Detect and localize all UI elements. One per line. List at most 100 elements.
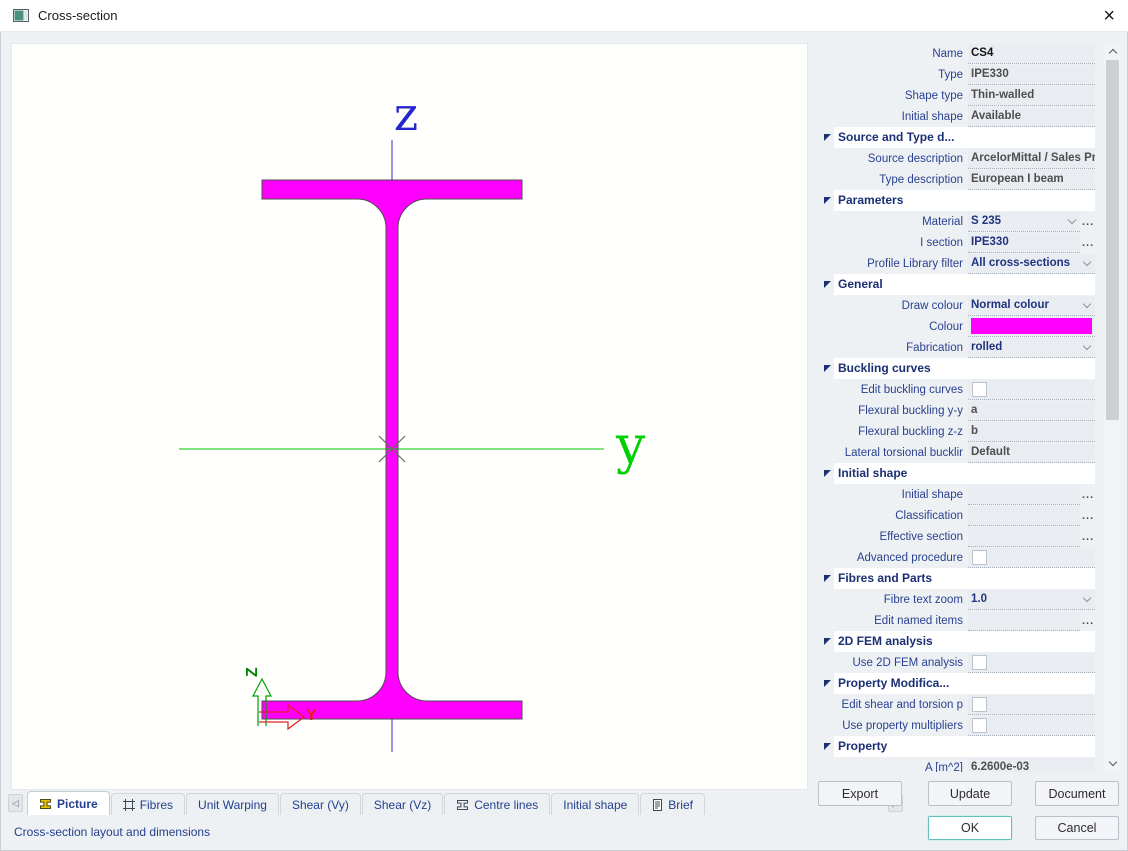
property-row[interactable]: Classification...	[822, 505, 1100, 526]
tab-fibres[interactable]: Fibres	[111, 793, 185, 815]
property-value-cell[interactable]	[968, 506, 1080, 526]
ellipsis-button[interactable]: ...	[1080, 510, 1098, 522]
property-value-cell[interactable]: 6.2600e-03	[968, 758, 1095, 773]
property-value-cell[interactable]: Normal colour	[968, 296, 1095, 316]
property-row[interactable]: Effective section...	[822, 526, 1100, 547]
property-row[interactable]: Edit named items...	[822, 610, 1100, 631]
property-row[interactable]: TypeIPE330	[822, 64, 1100, 85]
property-row[interactable]: Type descriptionEuropean I beam	[822, 169, 1100, 190]
property-section-row[interactable]: General	[822, 274, 1100, 295]
property-row[interactable]: Use property multipliers	[822, 715, 1100, 736]
tab-unit-warping[interactable]: Unit Warping	[186, 793, 279, 815]
property-value-cell[interactable]	[968, 380, 1095, 400]
property-section-row[interactable]: Source and Type d...	[822, 127, 1100, 148]
cancel-button[interactable]: Cancel	[1035, 816, 1119, 840]
update-button[interactable]: Update	[928, 781, 1012, 806]
collapse-triangle-icon[interactable]	[824, 743, 831, 750]
property-row[interactable]: Colour	[822, 316, 1100, 337]
property-section-row[interactable]: Parameters	[822, 190, 1100, 211]
ellipsis-button[interactable]: ...	[1080, 216, 1098, 228]
property-row[interactable]: Edit shear and torsion p	[822, 694, 1100, 715]
property-value-cell[interactable]	[968, 695, 1095, 715]
document-button[interactable]: Document	[1035, 781, 1119, 806]
collapse-triangle-icon[interactable]	[824, 638, 831, 645]
tab-picture[interactable]: Picture	[27, 791, 110, 815]
property-value-cell[interactable]: Available	[968, 107, 1095, 127]
property-value-cell[interactable]: S 235	[968, 212, 1080, 232]
property-row[interactable]: Use 2D FEM analysis	[822, 652, 1100, 673]
ellipsis-button[interactable]: ...	[1080, 489, 1098, 501]
chevron-down-icon[interactable]	[1083, 341, 1091, 349]
property-value-cell[interactable]: rolled	[968, 338, 1095, 358]
property-row[interactable]: Flexural buckling y-ya	[822, 400, 1100, 421]
tab-brief[interactable]: Brief	[640, 793, 705, 815]
property-row[interactable]: Shape typeThin-walled	[822, 85, 1100, 106]
property-section-row[interactable]: Buckling curves	[822, 358, 1100, 379]
ok-button[interactable]: OK	[928, 816, 1012, 840]
export-button[interactable]: Export	[818, 781, 902, 806]
property-value-cell[interactable]: Default	[968, 443, 1095, 463]
property-value-cell[interactable]: IPE330	[968, 233, 1080, 253]
checkbox[interactable]	[972, 697, 987, 712]
property-value-cell[interactable]: European I beam	[968, 170, 1095, 190]
chevron-down-icon[interactable]	[1083, 593, 1091, 601]
property-value-cell[interactable]	[968, 317, 1095, 337]
property-section-row[interactable]: Fibres and Parts	[822, 568, 1100, 589]
property-value-cell[interactable]	[968, 716, 1095, 736]
property-row[interactable]: A [m^2]6.2600e-03	[822, 757, 1100, 772]
cross-section-canvas[interactable]: z y Z Y	[11, 43, 808, 790]
scroll-down-icon[interactable]	[1104, 756, 1121, 772]
tab-shear-vy[interactable]: Shear (Vy)	[280, 793, 361, 815]
property-value-cell[interactable]	[968, 653, 1095, 673]
property-row[interactable]: Source descriptionArcelorMittal / Sales …	[822, 148, 1100, 169]
tab-shear-vz[interactable]: Shear (Vz)	[362, 793, 443, 815]
chevron-down-icon[interactable]	[1083, 299, 1091, 307]
property-value-cell[interactable]: b	[968, 422, 1095, 442]
scrollbar-thumb[interactable]	[1106, 60, 1119, 420]
checkbox[interactable]	[972, 382, 987, 397]
property-row[interactable]: Initial shapeAvailable	[822, 106, 1100, 127]
property-value-cell[interactable]	[968, 527, 1080, 547]
property-section-row[interactable]: 2D FEM analysis	[822, 631, 1100, 652]
collapse-triangle-icon[interactable]	[824, 470, 831, 477]
property-value-cell[interactable]: a	[968, 401, 1095, 421]
property-row[interactable]: I sectionIPE330...	[822, 232, 1100, 253]
property-row[interactable]: Fabricationrolled	[822, 337, 1100, 358]
collapse-triangle-icon[interactable]	[824, 134, 831, 141]
ellipsis-button[interactable]: ...	[1080, 237, 1098, 249]
tab-centre-lines[interactable]: Centre lines	[444, 793, 550, 815]
ellipsis-button[interactable]: ...	[1080, 615, 1098, 627]
collapse-triangle-icon[interactable]	[824, 365, 831, 372]
checkbox[interactable]	[972, 655, 987, 670]
property-row[interactable]: Flexural buckling z-zb	[822, 421, 1100, 442]
chevron-down-icon[interactable]	[1083, 257, 1091, 265]
property-row[interactable]: Initial shape...	[822, 484, 1100, 505]
tab-scroll-left-icon[interactable]: ◁	[8, 794, 23, 812]
collapse-triangle-icon[interactable]	[824, 575, 831, 582]
scrollbar[interactable]	[1104, 43, 1121, 772]
property-value-cell[interactable]: IPE330	[968, 65, 1095, 85]
property-row[interactable]: Advanced procedure	[822, 547, 1100, 568]
collapse-triangle-icon[interactable]	[824, 680, 831, 687]
property-section-row[interactable]: Property Modifica...	[822, 673, 1100, 694]
property-value-cell[interactable]: CS4	[968, 44, 1095, 64]
scroll-up-icon[interactable]	[1104, 43, 1121, 59]
property-value-cell[interactable]: All cross-sections	[968, 254, 1095, 274]
collapse-triangle-icon[interactable]	[824, 281, 831, 288]
property-row[interactable]: Lateral torsional bucklirDefault	[822, 442, 1100, 463]
property-value-cell[interactable]	[968, 611, 1080, 631]
property-section-row[interactable]: Initial shape	[822, 463, 1100, 484]
property-value-cell[interactable]: Thin-walled	[968, 86, 1095, 106]
property-row[interactable]: Draw colourNormal colour	[822, 295, 1100, 316]
property-row[interactable]: Profile Library filterAll cross-sections	[822, 253, 1100, 274]
property-section-row[interactable]: Property	[822, 736, 1100, 757]
tab-initial-shape[interactable]: Initial shape	[551, 793, 639, 815]
checkbox[interactable]	[972, 718, 987, 733]
property-row[interactable]: Fibre text zoom1.0	[822, 589, 1100, 610]
property-value-cell[interactable]: ArcelorMittal / Sales Pr	[968, 149, 1095, 169]
property-row[interactable]: NameCS4	[822, 43, 1100, 64]
ellipsis-button[interactable]: ...	[1080, 531, 1098, 543]
checkbox[interactable]	[972, 550, 987, 565]
close-icon[interactable]: ×	[1103, 6, 1115, 26]
property-value-cell[interactable]: 1.0	[968, 590, 1095, 610]
